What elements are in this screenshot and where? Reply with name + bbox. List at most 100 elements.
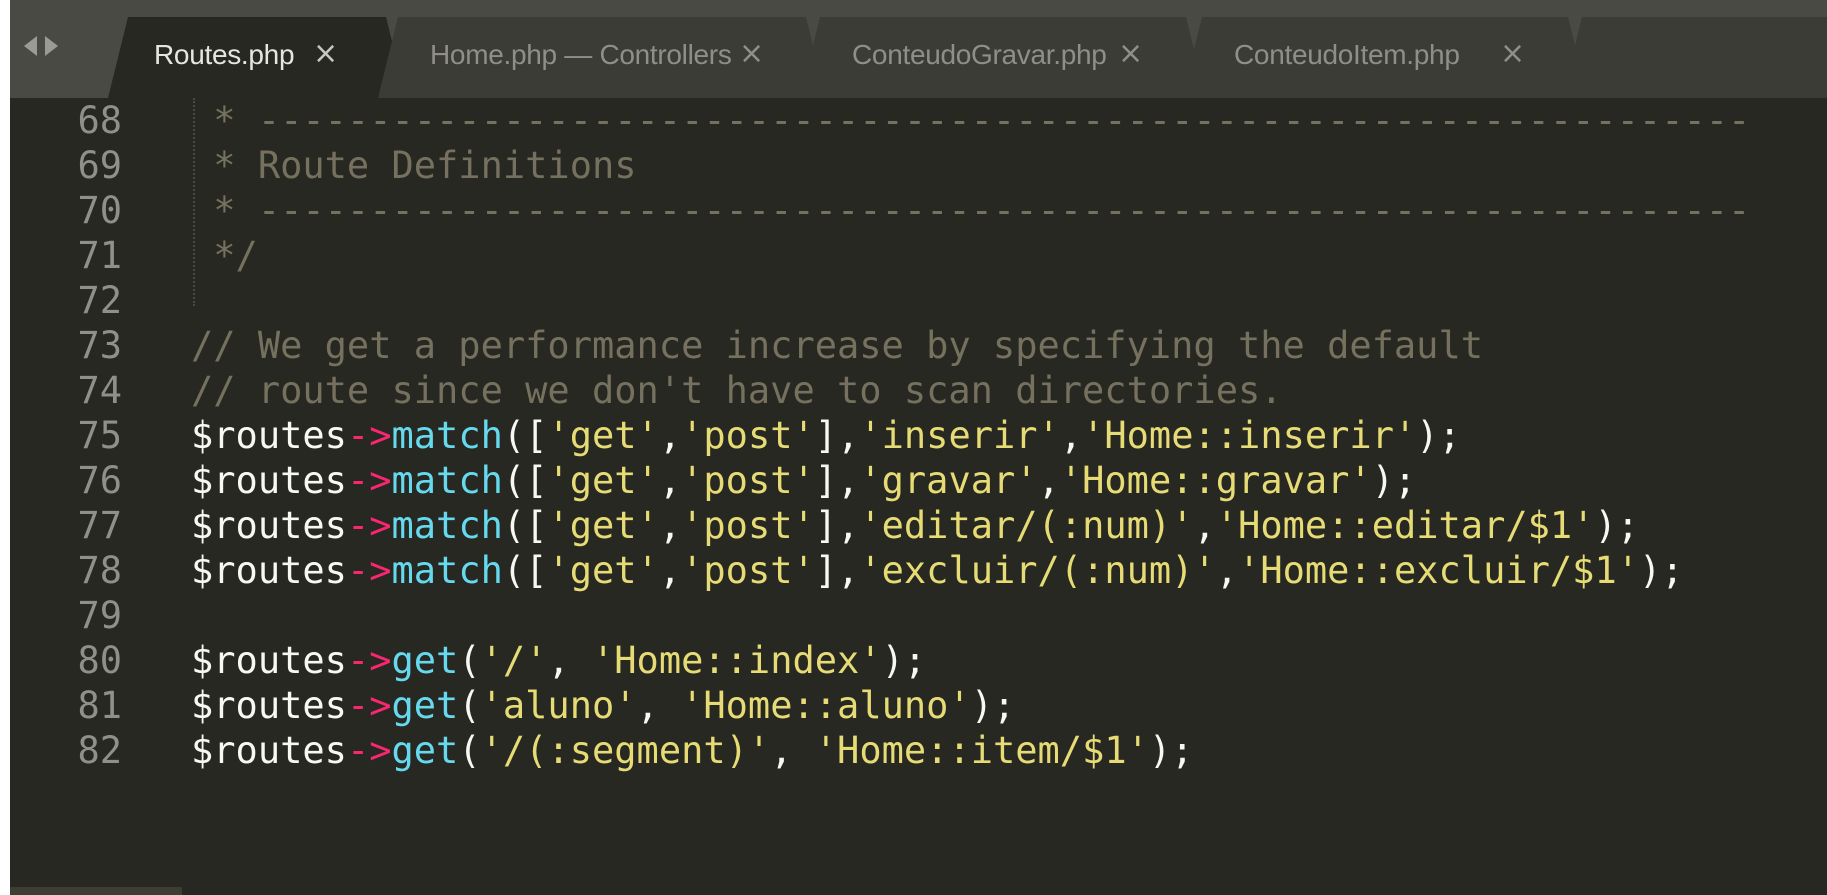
tab-label: Home.php — Controllers — [430, 39, 732, 70]
code-token: , — [658, 414, 682, 457]
code-token: ( — [458, 729, 481, 772]
code-token: $routes — [191, 459, 347, 502]
code-token: '/(:segment)' — [480, 729, 771, 772]
code-token: 'gravar' — [859, 459, 1038, 502]
tab-label: ConteudoGravar.php — [852, 39, 1107, 70]
code-token: $routes — [191, 639, 347, 682]
code-token: , — [547, 639, 592, 682]
code-token: match — [391, 504, 503, 547]
code-token: 'excluir/(:num)' — [859, 549, 1216, 592]
code-token: */ — [191, 234, 258, 277]
code-token: 'Home::index' — [592, 639, 882, 682]
code-token: ); — [970, 684, 1016, 727]
code-token: ([ — [502, 504, 548, 547]
code-token: 'post' — [681, 459, 815, 502]
arrow-right-icon[interactable] — [45, 36, 58, 56]
code-token: // route since we don't have to scan dir… — [191, 369, 1283, 412]
code-token: , — [636, 684, 682, 727]
code-token: ], — [814, 504, 860, 547]
code-token: match — [391, 549, 503, 592]
code-token: $routes — [191, 549, 347, 592]
code-token: 'get' — [547, 504, 659, 547]
code-token: , — [1193, 504, 1216, 547]
code-token: -> — [346, 639, 392, 682]
code-token: ([ — [502, 549, 548, 592]
arrow-left-icon[interactable] — [24, 36, 37, 56]
close-icon[interactable]: × — [1118, 36, 1143, 71]
code-token: $routes — [191, 684, 347, 727]
code-token: -> — [346, 414, 392, 457]
code-token: , — [658, 504, 682, 547]
code-token: 'Home::gravar' — [1059, 459, 1372, 502]
code-token: get — [391, 729, 459, 772]
code-token: ); — [1639, 549, 1684, 592]
tab-navigation — [24, 36, 58, 56]
tab-label: Routes.php — [154, 39, 295, 70]
code-token: ], — [814, 459, 860, 502]
code-token: ([ — [502, 459, 548, 502]
code-token: * --------------------------------------… — [191, 189, 1751, 232]
code-token: ], — [814, 414, 860, 457]
code-token: get — [391, 639, 459, 682]
code-token: , — [658, 549, 682, 592]
tab-routes[interactable]: Routes.php × — [108, 17, 406, 98]
code-token: ( — [458, 684, 481, 727]
code-token: 'post' — [681, 414, 815, 457]
code-token: 'Home::aluno' — [681, 684, 971, 727]
code-token: get — [391, 684, 459, 727]
code-token: 'get' — [547, 549, 659, 592]
code-token: , — [1037, 459, 1060, 502]
code-token: ); — [881, 639, 927, 682]
code-line[interactable]: 82 $routes->get('/(:segment)', 'Home::ite… — [10, 725, 1827, 777]
code-token: ); — [1371, 459, 1417, 502]
code-token: ); — [1416, 414, 1461, 457]
close-icon[interactable]: × — [313, 36, 338, 71]
code-token: ( — [458, 639, 481, 682]
code-token: , — [1059, 414, 1083, 457]
code-token: ([ — [502, 414, 548, 457]
code-token: * --------------------------------------… — [191, 99, 1751, 142]
code-token: '/' — [480, 639, 548, 682]
code-token: 'Home::excluir/$1' — [1238, 549, 1640, 592]
close-icon[interactable]: × — [739, 36, 764, 71]
code-token: ); — [1148, 729, 1194, 772]
code-token: -> — [346, 684, 392, 727]
code-token: 'get' — [547, 414, 659, 457]
tab-label: ConteudoItem.php — [1234, 39, 1460, 70]
code-token: 'inserir' — [859, 414, 1060, 457]
code-token: 'editar/(:num)' — [859, 504, 1194, 547]
code-token: // We get a performance increase by spec… — [191, 324, 1484, 367]
code-token: match — [391, 459, 503, 502]
code-token: -> — [346, 729, 392, 772]
tab-conteudo-item[interactable]: ConteudoItem.php × — [1182, 17, 1588, 98]
tab-overflow[interactable] — [1562, 17, 1827, 98]
code-token: 'Home::inserir' — [1082, 414, 1417, 457]
code-token: $routes — [191, 414, 347, 457]
code-token: 'get' — [547, 459, 659, 502]
tab-bar: Routes.php × Home.php — Controllers × Co… — [10, 0, 1827, 98]
line-number: 82 — [77, 729, 122, 772]
editor-window: Routes.php × Home.php — Controllers × Co… — [10, 0, 1827, 895]
code-token: , — [770, 729, 815, 772]
code-token: match — [391, 414, 503, 457]
code-token: ); — [1594, 504, 1640, 547]
code-token: -> — [346, 549, 392, 592]
code-token: , — [1215, 549, 1239, 592]
code-token: $routes — [191, 504, 347, 547]
tab-conteudo-gravar[interactable]: ConteudoGravar.php × — [800, 17, 1206, 98]
code-token: , — [658, 459, 682, 502]
code-token: -> — [346, 459, 392, 502]
code-token: -> — [346, 504, 392, 547]
code-token: 'aluno' — [480, 684, 637, 727]
gutter-scroll-strip — [10, 887, 182, 895]
code-token: 'Home::editar/$1' — [1215, 504, 1595, 547]
close-icon[interactable]: × — [1500, 36, 1525, 71]
code-token: ], — [814, 549, 860, 592]
tab-home-controllers[interactable]: Home.php — Controllers × — [378, 17, 826, 98]
code-text: $routes->get('/(:segment)', 'Home::item/… — [191, 725, 1193, 777]
code-token: * Route Definitions — [191, 144, 637, 187]
code-editor[interactable]: 68 * -----------------------------------… — [10, 98, 1827, 895]
code-token: 'Home::item/$1' — [814, 729, 1149, 772]
code-token: 'post' — [681, 549, 815, 592]
code-token: 'post' — [681, 504, 815, 547]
